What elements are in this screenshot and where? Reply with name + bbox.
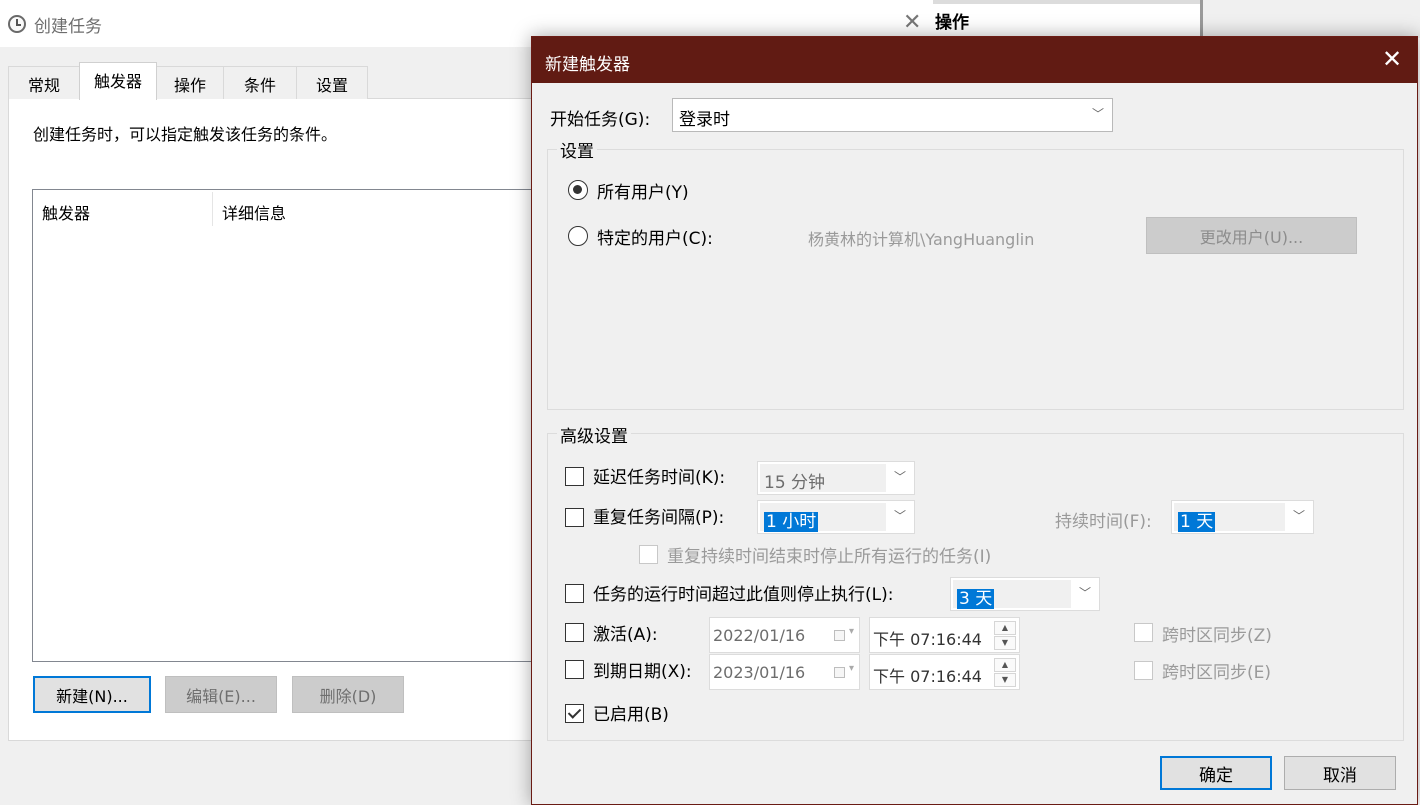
activate-date-value: 2022/01/16 <box>713 626 806 645</box>
actions-pane-topbar <box>933 0 1203 4</box>
chevron-down-icon: ▾ <box>848 663 854 674</box>
dialog-title: 新建触发器 <box>545 55 630 75</box>
tab-triggers[interactable]: 触发器 <box>79 62 157 100</box>
stop-longer-checkbox[interactable] <box>565 584 584 603</box>
expire-time-picker[interactable]: 下午 07:16:44 ▲ ▼ <box>869 654 1020 690</box>
delay-value: 15 分钟 <box>764 473 826 493</box>
create-task-title: 创建任务 <box>34 17 102 37</box>
column-separator[interactable] <box>212 192 213 226</box>
stop-longer-value: 3 天 <box>957 584 995 609</box>
spin-up-icon[interactable]: ▲ <box>994 621 1016 635</box>
chevron-down-icon: ﹀ <box>1292 509 1305 523</box>
tab-settings[interactable]: 设置 <box>296 66 368 99</box>
expire-label[interactable]: 到期日期(X): <box>593 657 692 682</box>
dialog-titlebar <box>532 37 1417 83</box>
edit-trigger-button[interactable]: 编辑(E)... <box>165 676 277 713</box>
enabled-checkbox[interactable] <box>565 704 584 723</box>
stop-longer-select[interactable]: 3 天 ﹀ <box>950 577 1100 611</box>
calendar-icon <box>834 667 845 678</box>
specific-user-label[interactable]: 特定的用户(C): <box>597 224 713 249</box>
calendar-icon <box>834 630 845 641</box>
dialog-close-icon[interactable]: ✕ <box>1382 45 1402 73</box>
activate-checkbox[interactable] <box>565 623 584 642</box>
new-trigger-button[interactable]: 新建(N)... <box>33 676 151 713</box>
delay-checkbox[interactable] <box>565 467 584 486</box>
repeat-value-text: 1 小时 <box>764 512 819 532</box>
settings-group-title: 设置 <box>557 137 597 162</box>
actions-pane-border <box>1200 0 1203 38</box>
stop-all-label: 重复持续时间结束时停止所有运行的任务(I) <box>667 547 992 567</box>
repeat-select[interactable]: 1 小时 ﹀ <box>757 500 915 534</box>
repeat-value: 1 小时 <box>764 507 819 532</box>
chevron-down-icon: ▾ <box>848 626 854 637</box>
begin-task-value: 登录时 <box>679 110 730 130</box>
expire-checkbox[interactable] <box>565 660 584 679</box>
triggers-list[interactable] <box>32 189 552 662</box>
triggers-description: 创建任务时，可以指定触发该任务的条件。 <box>33 125 338 144</box>
duration-value-text: 1 天 <box>1178 512 1216 532</box>
specific-user-radio[interactable] <box>568 226 588 246</box>
delay-label[interactable]: 延迟任务时间(K): <box>593 463 725 488</box>
column-header-details[interactable]: 详细信息 <box>222 200 286 224</box>
delete-trigger-button[interactable]: 删除(D) <box>292 676 404 713</box>
all-users-label[interactable]: 所有用户(Y) <box>597 178 689 203</box>
repeat-label[interactable]: 重复任务间隔(P): <box>593 503 724 528</box>
expire-date-value: 2023/01/16 <box>713 663 806 682</box>
spin-up-icon[interactable]: ▲ <box>994 658 1016 672</box>
duration-value: 1 天 <box>1178 507 1216 532</box>
stop-all-checkbox[interactable] <box>639 545 658 564</box>
expire-time-value: 下午 07:16:44 <box>873 667 982 686</box>
chevron-down-icon: ﹀ <box>1091 107 1104 121</box>
chevron-down-icon: ﹀ <box>893 509 906 523</box>
column-header-trigger[interactable]: 触发器 <box>42 200 90 224</box>
actions-pane-header <box>933 0 1203 38</box>
activate-label[interactable]: 激活(A): <box>593 620 658 645</box>
activate-time-value: 下午 07:16:44 <box>873 630 982 649</box>
change-user-button[interactable]: 更改用户(U)... <box>1146 217 1357 254</box>
clock-icon <box>8 15 26 33</box>
delay-select[interactable]: 15 分钟 ﹀ <box>757 461 915 495</box>
tab-actions[interactable]: 操作 <box>156 66 224 99</box>
cancel-button[interactable]: 取消 <box>1284 756 1396 790</box>
stop-longer-label[interactable]: 任务的运行时间超过此值则停止执行(L): <box>593 580 893 605</box>
user-name-text: 杨黄林的计算机\YangHuanglin <box>808 230 1035 249</box>
tab-general[interactable]: 常规 <box>8 66 80 99</box>
ok-button[interactable]: 确定 <box>1160 756 1272 790</box>
expire-sync-tz-checkbox[interactable] <box>1134 661 1153 680</box>
enabled-label[interactable]: 已启用(B) <box>593 700 669 725</box>
close-icon[interactable]: ✕ <box>903 10 921 35</box>
begin-task-label: 开始任务(G): <box>550 110 651 130</box>
repeat-checkbox[interactable] <box>565 508 584 527</box>
stop-longer-value-text: 3 天 <box>957 589 995 609</box>
actions-pane-label: 操作 <box>935 13 969 33</box>
chevron-down-icon: ﹀ <box>1078 586 1091 600</box>
spin-down-icon[interactable]: ▼ <box>994 636 1016 650</box>
activate-sync-tz-label: 跨时区同步(Z) <box>1162 626 1272 646</box>
begin-task-select[interactable]: 登录时 ﹀ <box>672 98 1113 132</box>
new-trigger-dialog: 新建触发器 ✕ 开始任务(G): 登录时 ﹀ 设置 所有用户(Y) 特定的用户(… <box>531 36 1418 805</box>
advanced-group-title: 高级设置 <box>557 422 631 447</box>
all-users-radio[interactable] <box>568 180 588 200</box>
chevron-down-icon: ﹀ <box>893 470 906 484</box>
activate-sync-tz-checkbox[interactable] <box>1134 623 1153 642</box>
duration-select[interactable]: 1 天 ﹀ <box>1171 500 1314 534</box>
expire-date-picker[interactable]: 2023/01/16 ▾ <box>709 654 860 690</box>
spin-down-icon[interactable]: ▼ <box>994 673 1016 687</box>
expire-sync-tz-label: 跨时区同步(E) <box>1162 663 1272 683</box>
duration-label: 持续时间(F): <box>1055 512 1152 532</box>
tab-conditions[interactable]: 条件 <box>223 66 297 99</box>
activate-time-picker[interactable]: 下午 07:16:44 ▲ ▼ <box>869 617 1020 653</box>
activate-date-picker[interactable]: 2022/01/16 ▾ <box>709 617 860 653</box>
